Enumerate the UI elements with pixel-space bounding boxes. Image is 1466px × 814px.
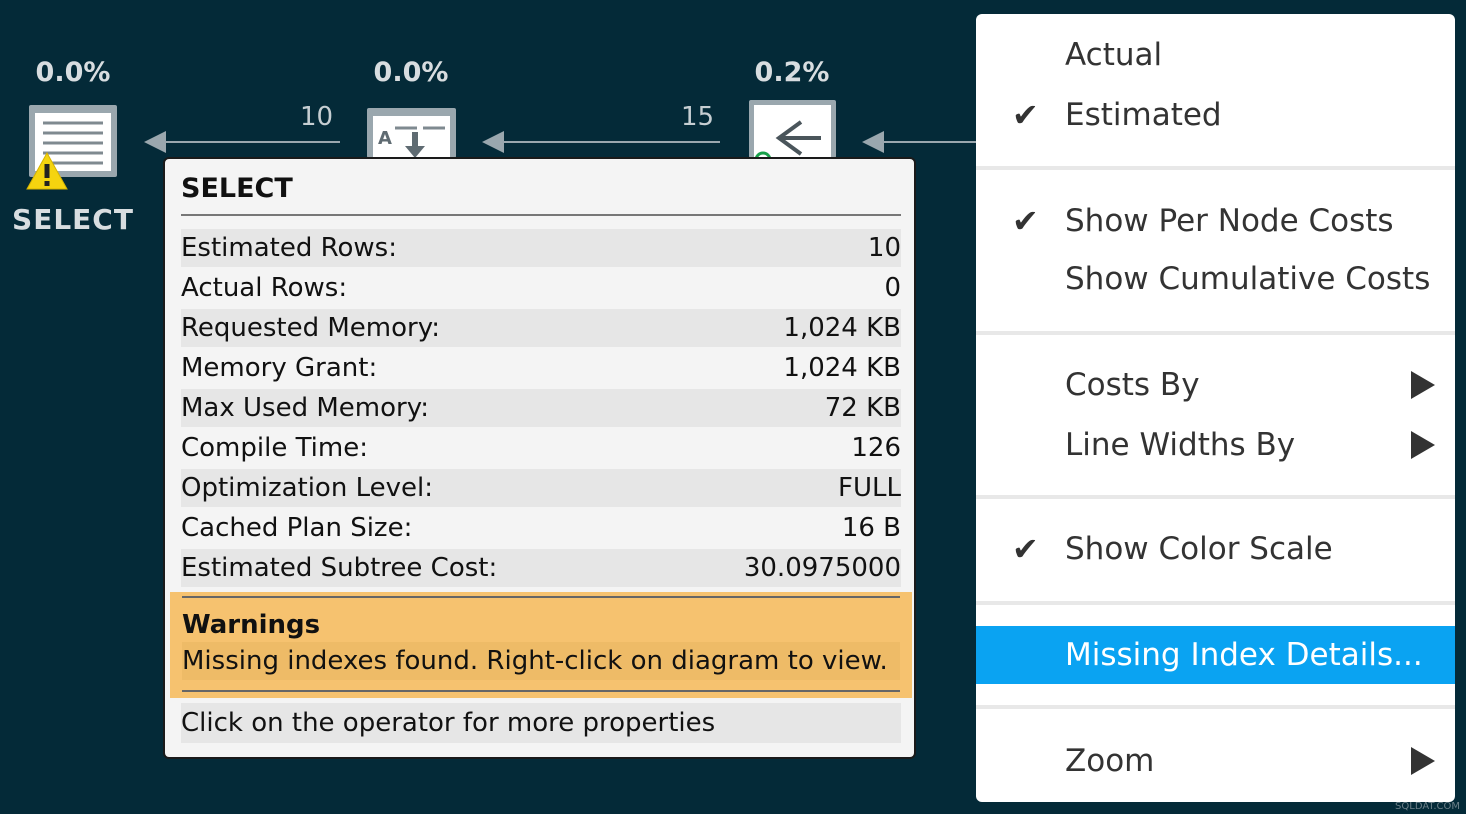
menu-item-label: Show Per Node Costs [1065, 203, 1394, 239]
warnings-text: Missing indexes found. Right-click on di… [182, 642, 900, 680]
merge-arrow-icon [754, 105, 831, 158]
property-row: Requested Memory: 1,024 KB [181, 309, 901, 347]
property-value: 0 [884, 273, 901, 303]
menu-separator [976, 166, 1455, 170]
operator-tooltip: SELECT Estimated Rows: 10 Actual Rows: 0… [163, 157, 916, 759]
menu-item-zoom[interactable]: Zoom [976, 732, 1455, 790]
menu-item-actual[interactable]: Actual [976, 26, 1455, 84]
checkmark-icon: ✔ [1012, 530, 1039, 568]
menu-separator [976, 331, 1455, 335]
warnings-title: Warnings [182, 610, 321, 640]
submenu-arrow-icon [1411, 371, 1435, 399]
data-flow-arrow[interactable] [504, 141, 720, 143]
property-key: Requested Memory: [181, 313, 440, 343]
menu-separator [976, 601, 1455, 605]
arrow-row-count: 15 [681, 102, 715, 132]
tooltip-footer: Click on the operator for more propertie… [181, 703, 901, 743]
property-key: Optimization Level: [181, 473, 433, 503]
menu-item-label: Missing Index Details... [1065, 637, 1423, 673]
property-value: FULL [838, 473, 901, 503]
menu-item-missing-index-details[interactable]: Missing Index Details... [976, 626, 1455, 684]
property-row: Actual Rows: 0 [181, 269, 901, 307]
checkmark-icon: ✔ [1012, 202, 1039, 240]
property-row: Cached Plan Size: 16 B [181, 509, 901, 547]
property-value: 1,024 KB [783, 313, 901, 343]
property-row: Compile Time: 126 [181, 429, 901, 467]
warnings-panel: Warnings Missing indexes found. Right-cl… [170, 592, 912, 698]
data-flow-arrow[interactable] [884, 141, 980, 143]
property-key: Max Used Memory: [181, 393, 429, 423]
property-value: 126 [851, 433, 901, 463]
arrow-row-count: 10 [300, 102, 334, 132]
property-key: Compile Time: [181, 433, 368, 463]
data-flow-arrow[interactable] [166, 141, 340, 143]
menu-separator [976, 495, 1455, 499]
menu-item-label: Zoom [1065, 743, 1155, 779]
svg-text:A: A [378, 128, 392, 149]
property-value: 1,024 KB [783, 353, 901, 383]
property-row: Estimated Rows: 10 [181, 229, 901, 267]
menu-item-show-cumulative-costs[interactable]: Show Cumulative Costs [976, 250, 1455, 308]
property-row: Max Used Memory: 72 KB [181, 389, 901, 427]
tooltip-divider [181, 214, 901, 216]
property-key: Actual Rows: [181, 273, 348, 303]
join-operator-icon[interactable] [749, 100, 836, 158]
property-value: 72 KB [824, 393, 901, 423]
warning-icon [26, 151, 68, 190]
submenu-arrow-icon [1411, 431, 1435, 459]
context-menu: Actual ✔ Estimated ✔ Show Per Node Costs… [976, 14, 1455, 802]
property-row: Memory Grant: 1,024 KB [181, 349, 901, 387]
menu-item-costs-by[interactable]: Costs By [976, 356, 1455, 414]
menu-item-label: Show Cumulative Costs [1065, 261, 1431, 297]
arrow-head-icon [482, 131, 504, 153]
watermark: SQLDAT.COM [1395, 801, 1460, 812]
tooltip-title: SELECT [181, 173, 293, 204]
property-value: 16 B [841, 513, 901, 543]
menu-item-show-color-scale[interactable]: ✔ Show Color Scale [976, 520, 1455, 578]
menu-separator [976, 705, 1455, 709]
submenu-arrow-icon [1411, 747, 1435, 775]
arrow-head-icon [144, 131, 166, 153]
node-label: SELECT [12, 203, 134, 236]
node-cost-percent: 0.0% [35, 57, 111, 88]
warnings-divider [182, 596, 900, 598]
menu-item-line-widths-by[interactable]: Line Widths By [976, 416, 1455, 474]
node-cost-percent: 0.2% [754, 57, 830, 88]
property-row: Optimization Level: FULL [181, 469, 901, 507]
menu-item-label: Costs By [1065, 367, 1200, 403]
property-value: 30.0975000 [743, 553, 901, 583]
menu-item-label: Estimated [1065, 97, 1222, 133]
menu-item-label: Show Color Scale [1065, 531, 1333, 567]
sort-operator-icon[interactable]: A [367, 108, 456, 158]
checkmark-icon: ✔ [1012, 96, 1039, 134]
property-value: 10 [867, 233, 901, 263]
property-key: Memory Grant: [181, 353, 378, 383]
sort-az-icon: A [373, 116, 450, 158]
property-key: Cached Plan Size: [181, 513, 413, 543]
arrow-head-icon [862, 131, 884, 153]
node-cost-percent: 0.0% [373, 57, 449, 88]
menu-item-label: Actual [1065, 37, 1163, 73]
property-row: Estimated Subtree Cost: 30.0975000 [181, 549, 901, 587]
property-key: Estimated Rows: [181, 233, 397, 263]
menu-item-label: Line Widths By [1065, 427, 1296, 463]
warnings-divider [182, 690, 900, 692]
menu-item-estimated[interactable]: ✔ Estimated [976, 86, 1455, 144]
property-key: Estimated Subtree Cost: [181, 553, 498, 583]
menu-item-show-per-node-costs[interactable]: ✔ Show Per Node Costs [976, 192, 1455, 250]
